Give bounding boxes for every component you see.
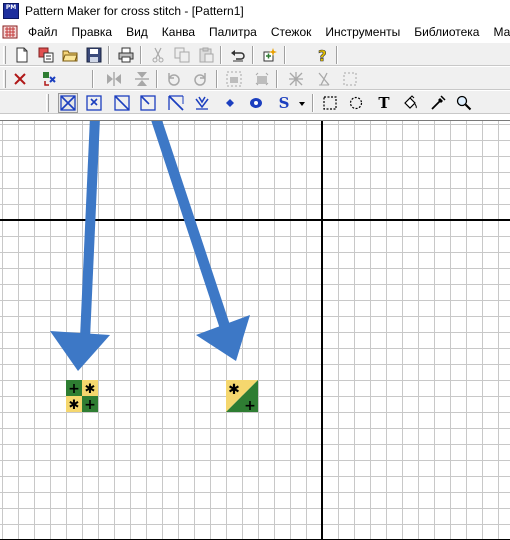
half-stitch-icon[interactable] xyxy=(112,93,132,113)
text-tool-icon[interactable]: T xyxy=(374,93,394,113)
add-stitch-icon[interactable] xyxy=(260,45,280,65)
zoom-icon[interactable] xyxy=(454,93,474,113)
stitch-toolbar: S T xyxy=(0,90,510,114)
annotation-arrow-left xyxy=(50,121,110,371)
toolbar-separator xyxy=(220,46,222,64)
toolbar-separator xyxy=(92,70,94,88)
toolbar-separator xyxy=(108,46,110,64)
open-folder-icon[interactable] xyxy=(60,45,80,65)
text-tool-glyph: T xyxy=(378,94,390,112)
edit-toolbar xyxy=(0,66,510,90)
rotate-left-icon[interactable] xyxy=(164,69,184,89)
menu-library[interactable]: Библиотека xyxy=(407,25,486,39)
menu-view[interactable]: Вид xyxy=(119,25,155,39)
open-template-icon[interactable] xyxy=(36,45,56,65)
app-icon: PM xyxy=(3,2,19,19)
half-stitch-example: ✱ + xyxy=(226,380,258,414)
pattern-grid[interactable]: + ✱ ✱ + ✱ + xyxy=(0,121,510,540)
menu-canvas[interactable]: Канва xyxy=(155,25,202,39)
french-knot-icon[interactable] xyxy=(192,93,212,113)
menu-palette[interactable]: Палитра xyxy=(202,25,264,39)
toolbar-separator xyxy=(252,46,254,64)
toolbar-separator xyxy=(284,46,286,64)
stitch-symbol-plus: + xyxy=(244,398,256,414)
backstitch-icon[interactable]: S xyxy=(274,93,294,113)
eyedropper-icon[interactable] xyxy=(428,93,448,113)
fill-bucket-icon[interactable] xyxy=(400,93,420,113)
rotate-right-icon[interactable] xyxy=(190,69,210,89)
copy-icon[interactable] xyxy=(172,45,192,65)
toolbar-separator xyxy=(276,70,278,88)
menu-tools[interactable]: Инструменты xyxy=(318,25,407,39)
window-title: Pattern Maker for cross stitch - [Patter… xyxy=(25,3,244,18)
stitch-symbol-star: ✱ xyxy=(85,382,96,397)
rectangle-select-icon[interactable] xyxy=(320,93,340,113)
quarter-stitch-example: + ✱ ✱ + xyxy=(66,380,98,413)
menu-bar: Файл Правка Вид Канва Палитра Стежок Инс… xyxy=(0,21,510,42)
three-quarter-stitch-icon[interactable] xyxy=(138,93,158,113)
toolbar-separator xyxy=(156,70,158,88)
menu-file[interactable]: Файл xyxy=(21,25,65,39)
select-area-icon[interactable] xyxy=(340,69,360,89)
quarter-stitch-icon[interactable] xyxy=(84,93,104,113)
backstitch-glyph: S xyxy=(278,94,290,112)
lasso-select-icon[interactable] xyxy=(346,93,366,113)
color-swap-icon[interactable] xyxy=(40,69,60,89)
stitch-symbol-star: ✱ xyxy=(69,398,80,413)
mirror-horizontal-icon[interactable] xyxy=(104,69,124,89)
standard-toolbar: ? xyxy=(0,42,510,66)
chevron-down-icon[interactable] xyxy=(296,93,308,113)
print-icon[interactable] xyxy=(116,45,136,65)
document-menu-icon[interactable] xyxy=(2,24,18,40)
save-icon[interactable] xyxy=(84,45,104,65)
menu-stitch[interactable]: Стежок xyxy=(264,25,319,39)
eyelet-icon[interactable] xyxy=(246,93,266,113)
select-color-icon[interactable] xyxy=(224,69,244,89)
bead-icon[interactable] xyxy=(220,93,240,113)
petite-stitch-icon[interactable] xyxy=(166,93,186,113)
stitch-symbol-plus: + xyxy=(84,397,96,413)
toolbar-separator xyxy=(336,46,338,64)
title-bar: PM Pattern Maker for cross stitch - [Pat… xyxy=(0,0,510,21)
clear-stitch-icon[interactable] xyxy=(286,69,306,89)
toolbar-grip[interactable] xyxy=(46,94,49,112)
undo-icon[interactable] xyxy=(228,45,248,65)
menu-truncated[interactable]: Ма xyxy=(486,25,510,39)
toolbar-separator xyxy=(216,70,218,88)
menu-edit[interactable]: Правка xyxy=(65,25,120,39)
pattern-canvas[interactable]: + ✱ ✱ + ✱ + xyxy=(0,120,510,540)
toolbar-grip[interactable] xyxy=(3,70,6,88)
cut-icon[interactable] xyxy=(148,45,168,65)
delete-icon[interactable] xyxy=(10,69,30,89)
paste-icon[interactable] xyxy=(196,45,216,65)
help-icon[interactable]: ? xyxy=(312,45,332,65)
fill-similar-icon[interactable] xyxy=(252,69,272,89)
toolbar-separator xyxy=(312,94,314,112)
toolbar-separator xyxy=(140,46,142,64)
stitch-symbol-plus: + xyxy=(68,381,80,397)
new-file-icon[interactable] xyxy=(12,45,32,65)
clear-half-icon[interactable] xyxy=(314,69,334,89)
mirror-vertical-icon[interactable] xyxy=(132,69,152,89)
stitch-symbol-star: ✱ xyxy=(228,382,240,398)
toolbar-grip[interactable] xyxy=(3,46,6,64)
svg-text:?: ? xyxy=(318,47,327,63)
full-stitch-icon[interactable] xyxy=(58,93,78,113)
